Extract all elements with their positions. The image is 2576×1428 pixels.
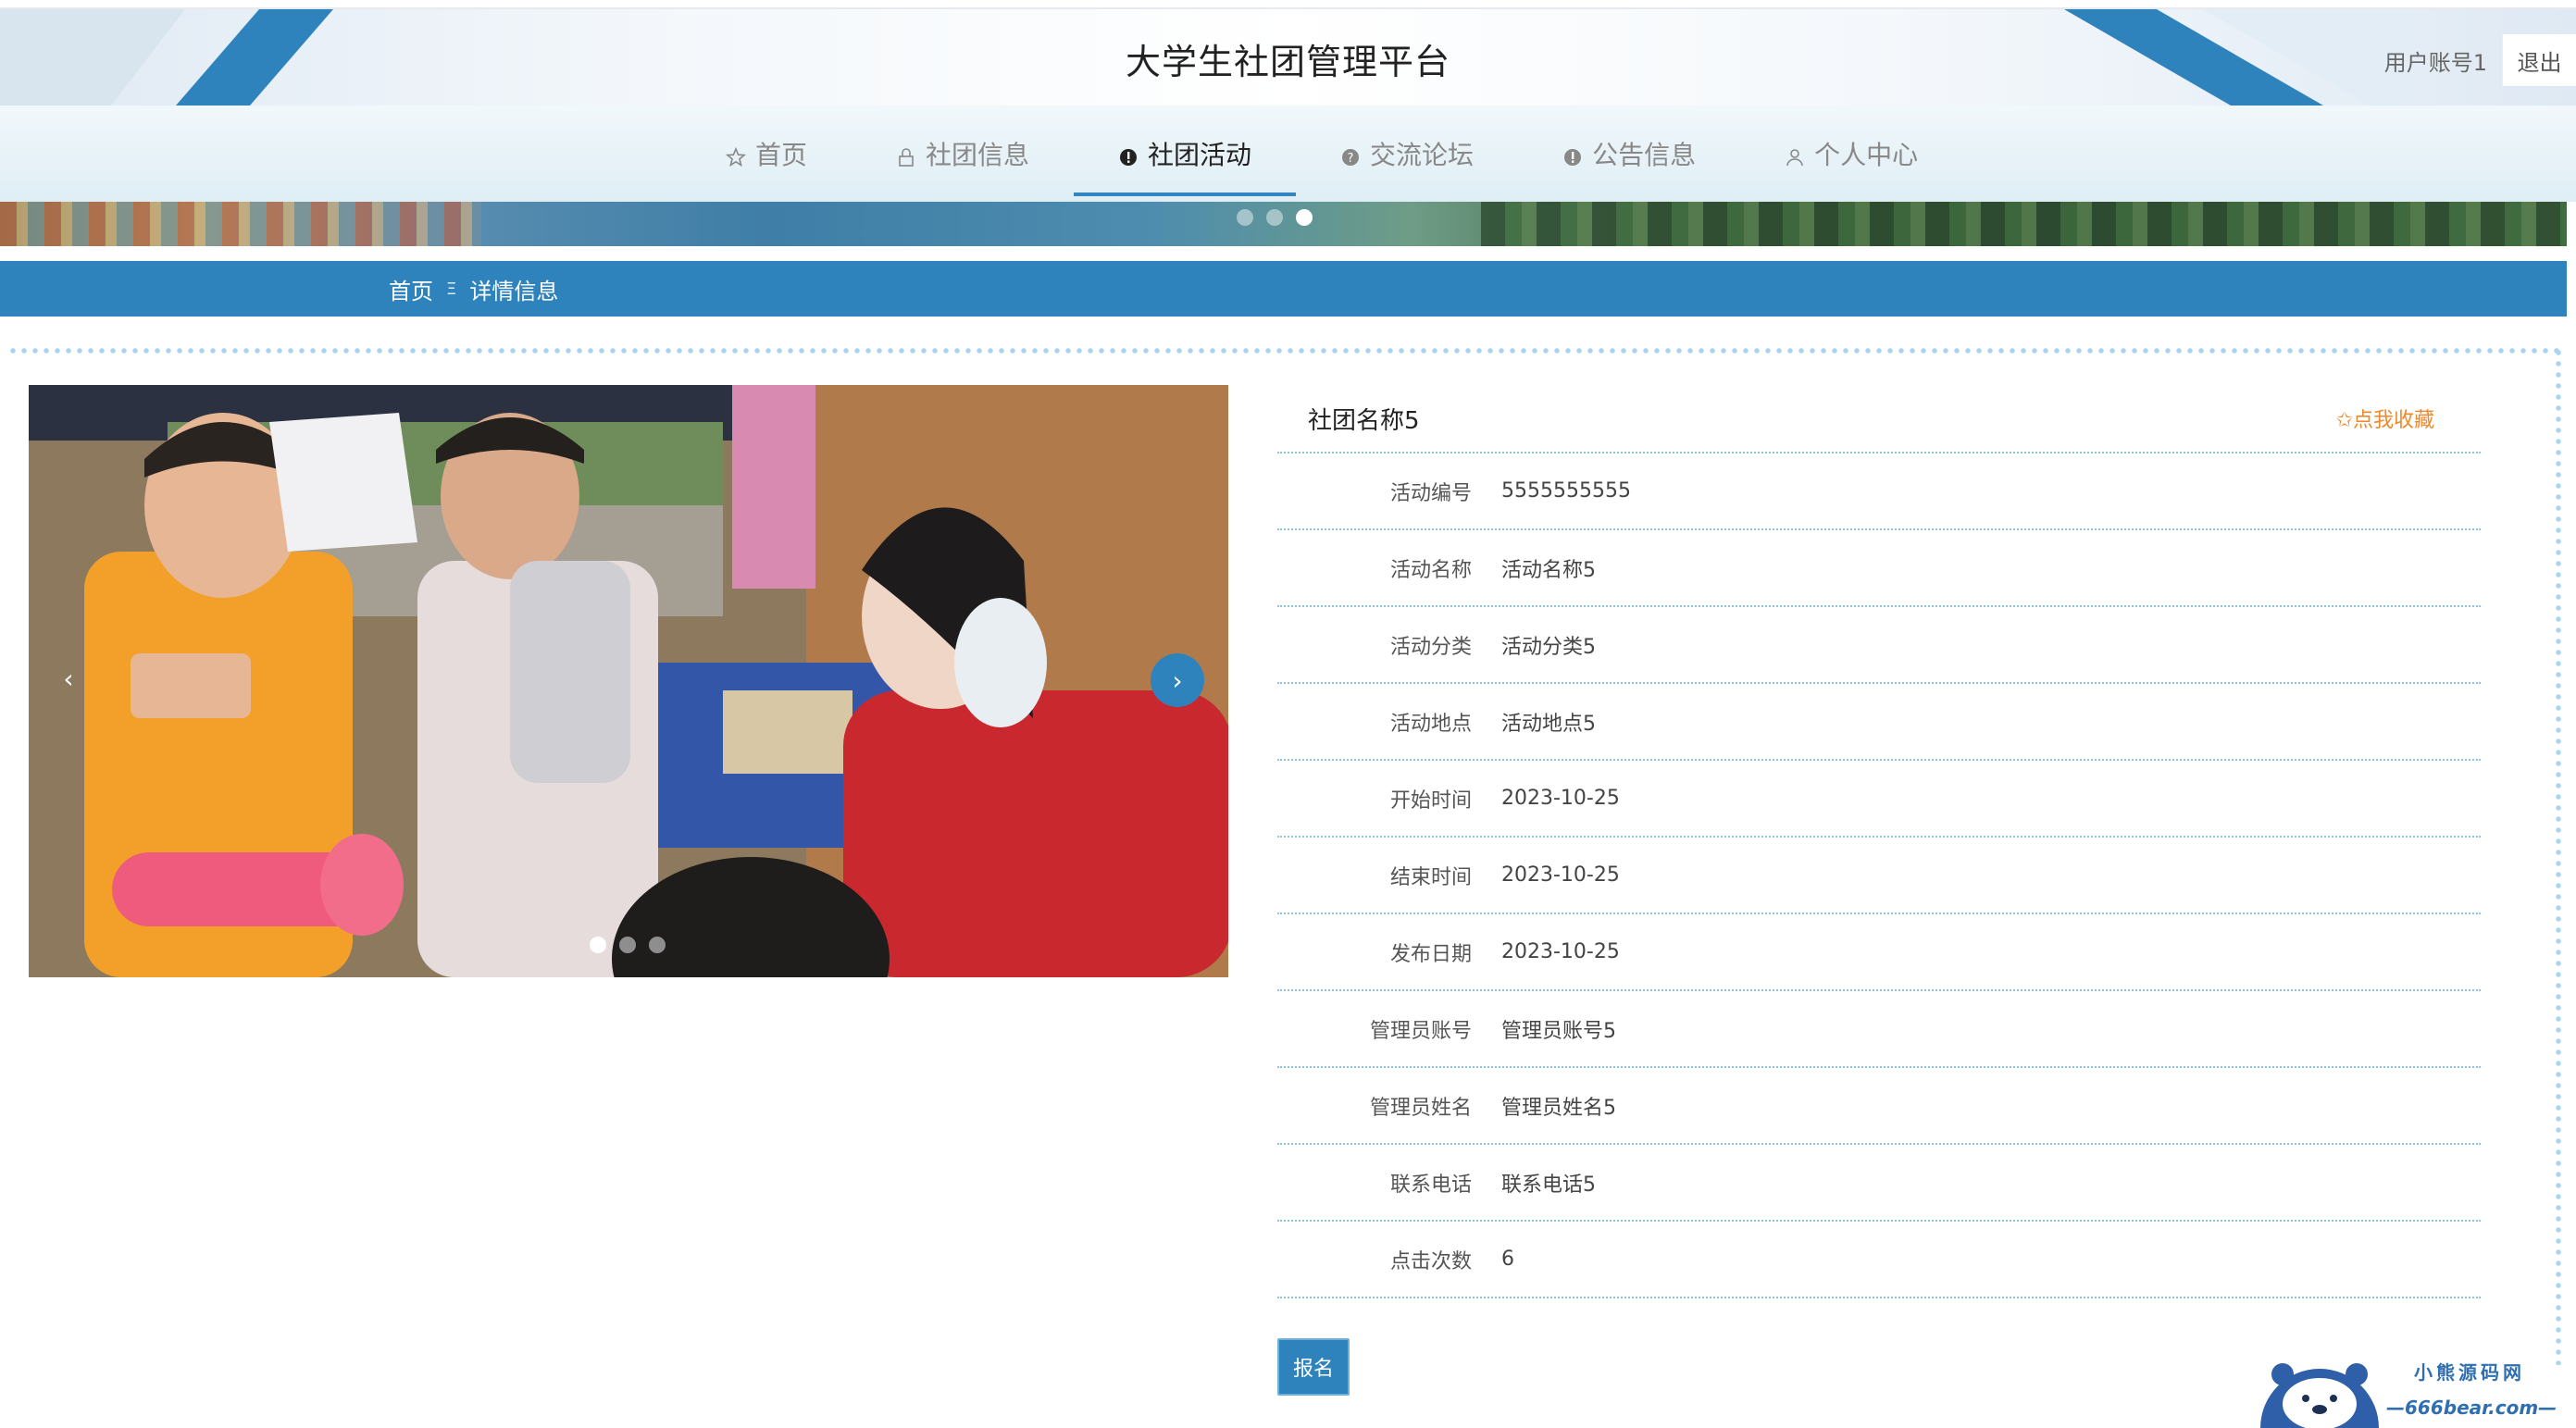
site-title: 大学生社团管理平台 xyxy=(1125,42,1450,82)
banner-dot[interactable] xyxy=(1266,209,1283,226)
field-value: 2023-10-25 xyxy=(1501,940,1620,963)
nav-label: 首页 xyxy=(755,140,808,170)
nav-item-club-activities[interactable]: 社团活动 xyxy=(1074,106,1297,202)
activity-photo xyxy=(29,385,1228,977)
nav-list: 首页 社团信息 社团活动 ? 交流论坛 公告信息 个人中心 xyxy=(681,106,1962,202)
club-name: 社团名称5 xyxy=(1308,406,1420,435)
field-label: 管理员姓名 xyxy=(1369,1096,1472,1120)
activity-detail-panel: 社团名称5 ✩点我收藏 活动编号 5555555555 活动名称 活动名称5 活… xyxy=(1277,385,2481,1298)
detail-row: 结束时间 2023-10-25 xyxy=(1277,838,2481,914)
field-label: 活动编号 xyxy=(1389,481,1472,505)
field-label: 管理员账号 xyxy=(1369,1019,1472,1043)
signup-button[interactable]: 报名 xyxy=(1277,1338,1350,1396)
field-value: 2023-10-25 xyxy=(1501,787,1620,810)
top-border xyxy=(0,0,2576,9)
field-label: 联系电话 xyxy=(1389,1173,1472,1197)
main-nav: 首页 社团信息 社团活动 ? 交流论坛 公告信息 个人中心 xyxy=(0,106,2576,202)
field-label: 结束时间 xyxy=(1389,865,1472,889)
field-label: 开始时间 xyxy=(1389,789,1472,813)
banner-dot-active[interactable] xyxy=(1296,209,1313,226)
info-icon xyxy=(1118,143,1139,166)
carousel-next-button[interactable]: › xyxy=(1151,653,1204,707)
nav-item-home[interactable]: 首页 xyxy=(681,106,852,202)
field-value: 6 xyxy=(1501,1248,1514,1271)
breadcrumb-home[interactable]: 首页 xyxy=(389,273,433,305)
detail-row: 活动分类 活动分类5 xyxy=(1277,607,2481,684)
watermark-url: —666bear.com— xyxy=(2386,1397,2557,1419)
club-header-row: 社团名称5 ✩点我收藏 xyxy=(1277,385,2481,453)
dotted-divider-top xyxy=(7,347,2562,354)
nav-label: 社团信息 xyxy=(926,140,1030,170)
field-value: 管理员账号5 xyxy=(1501,1019,1616,1043)
user-icon xyxy=(1785,143,1805,167)
detail-row: 发布日期 2023-10-25 xyxy=(1277,914,2481,991)
nav-label: 公告信息 xyxy=(1592,140,1697,170)
field-label: 活动地点 xyxy=(1389,712,1472,736)
nav-item-personal-center[interactable]: 个人中心 xyxy=(1740,106,1962,202)
lock-icon xyxy=(896,143,916,167)
nav-item-club-info[interactable]: 社团信息 xyxy=(852,106,1074,202)
user-area: 用户账号1 退出 xyxy=(2384,34,2576,86)
field-value: 2023-10-25 xyxy=(1501,863,1620,887)
breadcrumb: 首页 Ξ 详情信息 xyxy=(0,261,2567,317)
detail-row: 活动编号 5555555555 xyxy=(1277,453,2481,530)
star-icon xyxy=(725,143,747,168)
favorite-button[interactable]: ✩点我收藏 xyxy=(2336,404,2434,433)
banner-image xyxy=(0,202,2567,246)
field-value: 5555555555 xyxy=(1501,479,1631,503)
watermark-title: 小熊源码网 xyxy=(2414,1361,2525,1384)
nav-label: 交流论坛 xyxy=(1370,140,1475,170)
field-label: 点击次数 xyxy=(1389,1249,1472,1273)
field-value: 活动分类5 xyxy=(1501,635,1596,659)
nav-label: 个人中心 xyxy=(1814,140,1919,170)
field-value: 活动名称5 xyxy=(1501,558,1596,582)
breadcrumb-current: 详情信息 xyxy=(469,278,559,304)
breadcrumb-separator: Ξ xyxy=(446,279,457,299)
detail-row: 点击次数 6 xyxy=(1277,1222,2481,1298)
carousel-prev-button[interactable]: ‹ xyxy=(45,655,92,702)
banner-indicators xyxy=(1237,209,1313,226)
activity-photo-carousel: ‹ › xyxy=(29,385,1228,977)
detail-row: 联系电话 联系电话5 xyxy=(1277,1145,2481,1222)
user-account[interactable]: 用户账号1 xyxy=(2384,44,2487,77)
detail-row: 管理员姓名 管理员姓名5 xyxy=(1277,1068,2481,1145)
nav-label: 社团活动 xyxy=(1148,140,1252,170)
question-icon: ? xyxy=(1340,143,1361,166)
carousel-indicators xyxy=(590,937,666,953)
field-value: 管理员姓名5 xyxy=(1501,1096,1616,1120)
detail-row: 活动地点 活动地点5 xyxy=(1277,684,2481,761)
detail-row: 开始时间 2023-10-25 xyxy=(1277,761,2481,838)
nav-item-forum[interactable]: ? 交流论坛 xyxy=(1296,106,1518,202)
logout-button[interactable]: 退出 xyxy=(2502,34,2576,86)
dotted-divider-right xyxy=(2555,347,2562,1365)
info-icon xyxy=(1562,143,1583,166)
field-value: 联系电话5 xyxy=(1501,1173,1596,1197)
carousel-dot[interactable] xyxy=(619,937,636,953)
banner-dot[interactable] xyxy=(1237,209,1253,226)
field-value: 活动地点5 xyxy=(1501,712,1596,736)
field-label: 活动名称 xyxy=(1389,558,1472,582)
svg-text:?: ? xyxy=(1348,152,1354,166)
nav-item-announcements[interactable]: 公告信息 xyxy=(1518,106,1740,202)
bear-logo-icon xyxy=(2260,1363,2379,1428)
detail-row: 活动名称 活动名称5 xyxy=(1277,530,2481,607)
field-label: 发布日期 xyxy=(1389,942,1472,966)
watermark-logo: 小熊源码网 —666bear.com— xyxy=(2255,1347,2560,1428)
field-label: 活动分类 xyxy=(1389,635,1472,659)
carousel-dot[interactable] xyxy=(649,937,666,953)
carousel-dot-active[interactable] xyxy=(590,937,606,953)
detail-row: 管理员账号 管理员账号5 xyxy=(1277,991,2481,1068)
site-header: 大学生社团管理平台 用户账号1 退出 xyxy=(0,9,2576,106)
